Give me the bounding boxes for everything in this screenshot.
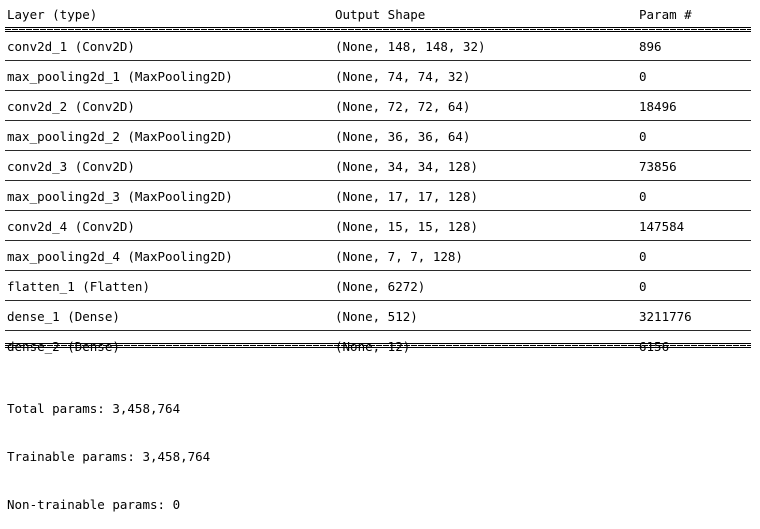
table-row: conv2d_4 (Conv2D) (None, 15, 15, 128) 1475… [0, 211, 752, 241]
layer-output-shape: (None, 34, 34, 128) [335, 159, 478, 174]
layer-param-count: 0 [639, 69, 647, 84]
layer-name: max_pooling2d_2 (MaxPooling2D) [7, 129, 233, 144]
layer-name: conv2d_2 (Conv2D) [7, 99, 135, 114]
layer-param-count: 3211776 [639, 309, 692, 324]
layer-name: conv2d_1 (Conv2D) [7, 39, 135, 54]
table-row: max_pooling2d_2 (MaxPooling2D) (None, 36,… [0, 121, 752, 151]
total-params: Total params: 3,458,764 [7, 401, 181, 416]
non-trainable-params: Non-trainable params: 0 [7, 497, 181, 512]
layer-output-shape: (None, 6272) [335, 279, 426, 294]
header-param-count: Param # [639, 7, 692, 22]
layer-name: flatten_1 (Flatten) [7, 279, 150, 294]
table-row: conv2d_3 (Conv2D) (None, 34, 34, 128) 7385… [0, 151, 752, 181]
layer-param-count: 0 [639, 129, 647, 144]
layer-output-shape: (None, 74, 74, 32) [335, 69, 471, 84]
layer-param-count: 147584 [639, 219, 685, 234]
table-row: conv2d_2 (Conv2D) (None, 72, 72, 64) 18496 [0, 91, 752, 121]
layer-name: max_pooling2d_3 (MaxPooling2D) [7, 189, 233, 204]
params-summary: Total params: 3,458,764 Trainable params… [7, 369, 210, 529]
header-layer-type: Layer (type) [7, 7, 98, 22]
layer-param-count: 896 [639, 39, 662, 54]
layer-param-count: 73856 [639, 159, 677, 174]
model-summary: Layer (type) Output Shape Param # conv2d… [0, 0, 760, 356]
layer-name: conv2d_3 (Conv2D) [7, 159, 135, 174]
layer-output-shape: (None, 36, 36, 64) [335, 129, 471, 144]
layer-output-shape: (None, 17, 17, 128) [335, 189, 478, 204]
table-row: dense_1 (Dense) (None, 512) 3211776 [0, 301, 752, 331]
layer-name: max_pooling2d_1 (MaxPooling2D) [7, 69, 233, 84]
layer-param-count: 0 [639, 189, 647, 204]
table-row: flatten_1 (Flatten) (None, 6272) 0 [0, 271, 752, 301]
layer-output-shape: (None, 7, 7, 128) [335, 249, 463, 264]
layer-rows: conv2d_1 (Conv2D) (None, 148, 148, 32) 896… [0, 31, 760, 361]
trainable-params: Trainable params: 3,458,764 [7, 449, 211, 464]
table-row: max_pooling2d_1 (MaxPooling2D) (None, 74,… [0, 61, 752, 91]
layer-param-count: 0 [639, 249, 647, 264]
table-row: max_pooling2d_3 (MaxPooling2D) (None, 17,… [0, 181, 752, 211]
layer-name: dense_1 (Dense) [7, 309, 120, 324]
layer-name: conv2d_4 (Conv2D) [7, 219, 135, 234]
header-output-shape: Output Shape [335, 7, 426, 22]
table-row: max_pooling2d_4 (MaxPooling2D) (None, 7, … [0, 241, 752, 271]
layer-name: max_pooling2d_4 (MaxPooling2D) [7, 249, 233, 264]
layer-param-count: 0 [639, 279, 647, 294]
layer-output-shape: (None, 512) [335, 309, 418, 324]
summary-header-row: Layer (type) Output Shape Param # [0, 0, 752, 26]
table-row: conv2d_1 (Conv2D) (None, 148, 148, 32) 896 [0, 31, 752, 61]
layer-param-count: 18496 [639, 99, 677, 114]
layer-output-shape: (None, 15, 15, 128) [335, 219, 478, 234]
layer-output-shape: (None, 148, 148, 32) [335, 39, 486, 54]
layer-output-shape: (None, 72, 72, 64) [335, 99, 471, 114]
